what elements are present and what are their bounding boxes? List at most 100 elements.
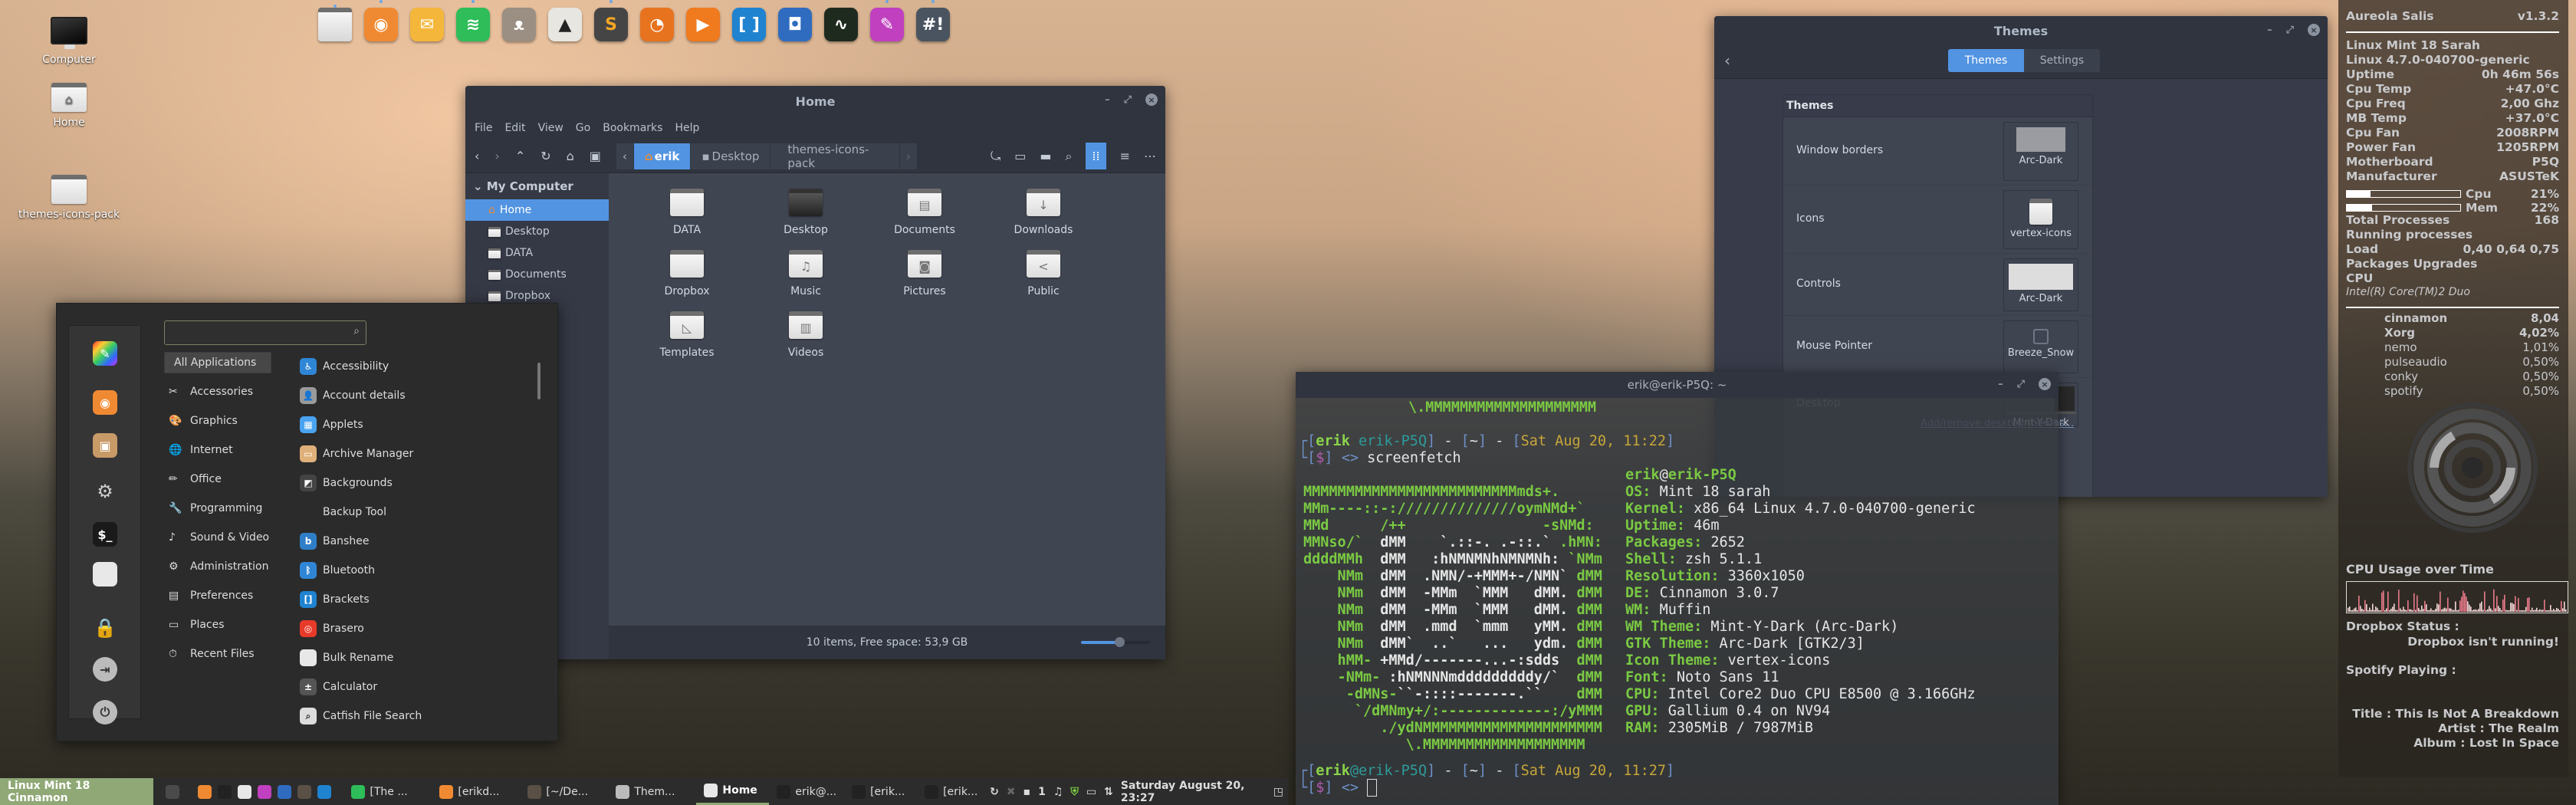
dock-item-gimp[interactable]: ᴥ bbox=[502, 8, 536, 41]
package-manager-icon[interactable]: ▣ bbox=[93, 433, 117, 458]
sidebar-item-data[interactable]: DATA bbox=[465, 242, 609, 264]
menu-search-input[interactable]: ⌕ bbox=[164, 320, 366, 345]
menu-app-item[interactable]: 👤 Account details bbox=[300, 384, 406, 407]
desktop-icon-home[interactable]: ⌂ Home bbox=[8, 83, 130, 129]
taskbar-window-button[interactable]: Home bbox=[696, 778, 770, 805]
menu-category-places[interactable]: ▭ Places bbox=[164, 614, 271, 636]
update-icon[interactable]: ↻ bbox=[990, 786, 999, 798]
breadcrumb-item-themes-icons-pack[interactable]: themes-icons-pack bbox=[770, 143, 900, 170]
menu-app-item[interactable]: Bulk Rename bbox=[300, 646, 393, 669]
menu-category-administration[interactable]: ⚙ Administration bbox=[164, 556, 271, 577]
breadcrumb-item-erik[interactable]: ⌂ erik bbox=[633, 143, 692, 169]
taskbar-window-button[interactable]: [erik... bbox=[917, 778, 990, 805]
breadcrumb-left-arrow[interactable]: ‹ bbox=[616, 143, 634, 169]
back-icon[interactable]: ‹ bbox=[475, 149, 479, 163]
file-item[interactable]: Desktop bbox=[760, 189, 852, 236]
computer-icon[interactable]: ▣ bbox=[590, 149, 601, 163]
reload-icon[interactable]: ↻ bbox=[540, 149, 550, 163]
file-item[interactable]: ↓ Downloads bbox=[997, 189, 1089, 236]
open-terminal-icon[interactable]: ▭ bbox=[1014, 149, 1026, 163]
dock-item-files[interactable] bbox=[318, 5, 352, 41]
dock-item-filezilla-orange[interactable]: ◔ bbox=[640, 8, 674, 41]
dock-item-sublime-text[interactable]: S bbox=[594, 0, 628, 41]
breadcrumb-right-arrow[interactable]: › bbox=[900, 143, 917, 169]
sidebar-item-home[interactable]: ⌂ Home bbox=[465, 199, 609, 221]
menu-category-preferences[interactable]: ▤ Preferences bbox=[164, 585, 271, 606]
file-item[interactable]: ♫ Music bbox=[760, 250, 852, 297]
network-transfer-icon[interactable]: ⇅ bbox=[1104, 786, 1113, 798]
file-item[interactable]: < Public bbox=[997, 250, 1089, 297]
dock-item-firefox[interactable]: ◉ bbox=[364, 0, 398, 41]
minimize-button[interactable]: – bbox=[1105, 94, 1110, 106]
window-titlebar[interactable]: erik@erik-P5Q: ~ – ⤢ × bbox=[1296, 372, 2058, 398]
dock-item-mail[interactable]: ✉ bbox=[410, 8, 444, 41]
file-item[interactable]: ◺ Templates bbox=[641, 311, 733, 359]
sublime-icon[interactable] bbox=[297, 784, 312, 799]
lock-screen-icon[interactable]: 🔒 bbox=[93, 616, 117, 640]
theme-chooser-button[interactable]: Arc-Dark bbox=[2003, 122, 2078, 181]
menu-app-item[interactable]: b Banshee bbox=[300, 530, 369, 553]
menu-scrollbar[interactable] bbox=[537, 363, 540, 399]
menu-view[interactable]: View bbox=[538, 122, 564, 134]
file-item[interactable]: ◙ Pictures bbox=[879, 250, 971, 297]
taskbar-window-button[interactable]: [~/De... bbox=[520, 778, 608, 805]
menu-app-item[interactable]: [] Brackets bbox=[300, 588, 370, 611]
dock-item-screenshot[interactable]: ◘ bbox=[778, 8, 812, 41]
close-button[interactable]: × bbox=[2308, 24, 2320, 36]
menu-app-item[interactable]: ᛒ Bluetooth bbox=[300, 559, 375, 582]
file-item[interactable]: DATA bbox=[641, 189, 733, 236]
menu-edit[interactable]: Edit bbox=[504, 122, 525, 134]
menu-category-programming[interactable]: 🔧 Programming bbox=[164, 498, 271, 519]
files-icon[interactable] bbox=[238, 784, 252, 799]
theme-chooser-button[interactable]: Breeze_Snow bbox=[2003, 320, 2078, 373]
firefox-icon[interactable] bbox=[198, 784, 212, 799]
menu-category-all-applications[interactable]: All Applications bbox=[164, 352, 271, 373]
back-icon[interactable]: ‹ bbox=[1724, 51, 1730, 70]
zoom-slider[interactable] bbox=[1081, 637, 1150, 647]
icon-view-button[interactable]: ⁞⁞ bbox=[1086, 143, 1106, 169]
brackets-icon[interactable] bbox=[317, 784, 332, 799]
theme-chooser-button[interactable]: Arc-Dark bbox=[2003, 258, 2078, 311]
dock-item-brackets[interactable]: [ ] bbox=[732, 8, 766, 41]
menu-go[interactable]: Go bbox=[576, 122, 590, 134]
menu-app-item[interactable]: ▭ Archive Manager bbox=[300, 442, 413, 465]
terminal-icon[interactable]: $_ bbox=[93, 522, 117, 547]
compact-view-button[interactable]: ⋯ bbox=[1144, 149, 1156, 163]
settings-icon[interactable]: ⚙ bbox=[93, 479, 117, 504]
dock-item-inkscape[interactable]: ▲ bbox=[548, 8, 582, 41]
menu-help[interactable]: Help bbox=[675, 122, 699, 134]
maximize-button[interactable]: ⤢ bbox=[2017, 379, 2025, 390]
menu-category-graphics[interactable]: 🎨 Graphics bbox=[164, 410, 271, 432]
menu-category-recent-files[interactable]: ⏱ Recent Files bbox=[164, 643, 271, 665]
maximize-button[interactable]: ⤢ bbox=[1124, 94, 1132, 106]
toggle-location-icon[interactable]: ⤿ bbox=[991, 149, 1001, 164]
shield-icon[interactable]: ⛨ bbox=[1070, 786, 1079, 798]
dock-item-color-picker[interactable]: ✎ bbox=[870, 0, 904, 41]
sidebar-item-documents[interactable]: Documents bbox=[465, 264, 609, 285]
menu-app-item[interactable]: ⌕ Catfish File Search bbox=[300, 705, 422, 728]
tab-settings[interactable]: Settings bbox=[2024, 49, 2100, 72]
screenshot-icon[interactable] bbox=[278, 784, 292, 799]
firefox-icon[interactable]: ◉ bbox=[93, 390, 117, 415]
menu-app-item[interactable]: ◎ Brasero bbox=[300, 617, 364, 640]
terminal-window[interactable]: erik@erik-P5Q: ~ – ⤢ × \.MMMMMMMMMMMMMMM… bbox=[1296, 372, 2058, 805]
terminal-icon[interactable] bbox=[218, 784, 232, 799]
menu-app-item[interactable]: ± Calculator bbox=[300, 675, 377, 698]
menu-app-item[interactable]: Backup Tool bbox=[300, 501, 386, 524]
forward-icon[interactable]: › bbox=[495, 149, 499, 163]
menu-app-item[interactable]: ♿ Accessibility bbox=[300, 355, 389, 378]
theme-chooser-button[interactable]: vertex-icons bbox=[2003, 190, 2078, 249]
sidebar-header[interactable]: ⌄ My Computer bbox=[465, 173, 609, 199]
close-button[interactable]: × bbox=[1145, 94, 1158, 106]
file-item[interactable]: ▤ Documents bbox=[879, 189, 971, 236]
window-titlebar[interactable]: Home – ⤢ × bbox=[465, 86, 1165, 117]
maximize-button[interactable]: ⤢ bbox=[2286, 25, 2294, 36]
file-item[interactable]: Dropbox bbox=[641, 250, 733, 297]
shutdown-icon[interactable]: ⏻ bbox=[93, 700, 117, 724]
search-icon[interactable]: ⌕ bbox=[1065, 149, 1072, 164]
show-desktop-icon[interactable] bbox=[166, 784, 180, 799]
dock-item-terminal-shebang[interactable]: #! bbox=[916, 0, 950, 41]
menu-app-item[interactable]: ◩ Backgrounds bbox=[300, 472, 393, 495]
taskbar-window-button[interactable]: [The ... bbox=[343, 778, 432, 805]
network-disconnected-icon[interactable]: ✖ bbox=[1007, 786, 1016, 798]
